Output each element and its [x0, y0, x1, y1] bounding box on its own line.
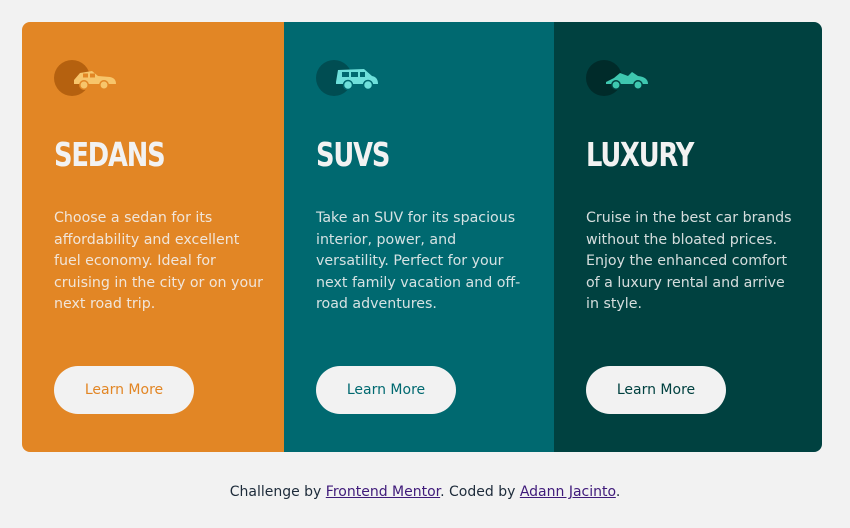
sedan-car-icon: [54, 56, 120, 100]
footer-prefix: Challenge by: [229, 484, 326, 500]
card-title: LUXURY: [586, 135, 694, 174]
author-link[interactable]: Adann Jacinto: [520, 484, 616, 500]
attribution-footer: Challenge by Frontend Mentor. Coded by A…: [0, 484, 850, 500]
card-sedans: SEDANS Choose a sedan for its affordabil…: [22, 22, 284, 452]
card-title: SUVS: [316, 135, 390, 174]
footer-middle: . Coded by: [440, 484, 520, 500]
learn-more-button[interactable]: Learn More: [316, 366, 456, 414]
card-description: Take an SUV for its spacious interior, p…: [316, 210, 521, 312]
card-group: SEDANS Choose a sedan for its affordabil…: [22, 22, 822, 452]
frontend-mentor-link[interactable]: Frontend Mentor: [326, 484, 440, 500]
suv-car-icon: [316, 56, 382, 100]
card-suvs: SUVS Take an SUV for its spacious interi…: [284, 22, 554, 452]
learn-more-button[interactable]: Learn More: [586, 366, 726, 414]
learn-more-button[interactable]: Learn More: [54, 366, 194, 414]
card-title: SEDANS: [54, 135, 166, 174]
footer-suffix: .: [615, 484, 621, 500]
card-description: Choose a sedan for its affordability and…: [54, 210, 263, 312]
card-luxury: LUXURY Cruise in the best car brands wit…: [554, 22, 822, 452]
luxury-car-icon: [586, 56, 652, 100]
card-description: Cruise in the best car brands without th…: [586, 210, 792, 312]
